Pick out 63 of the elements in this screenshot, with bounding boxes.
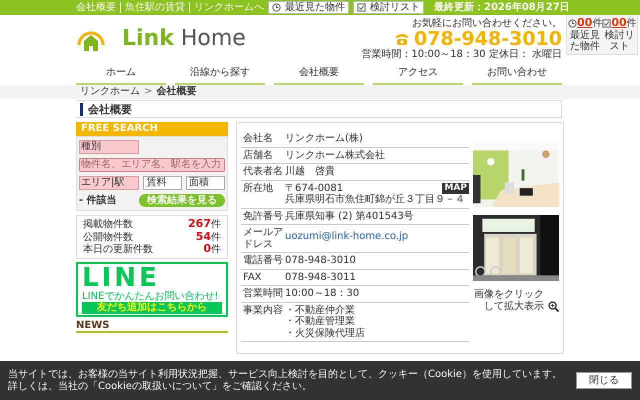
select-field[interactable]: 賃料: [143, 176, 182, 190]
row-label: 会社名: [242, 133, 274, 144]
row-label: 店舗名: [242, 150, 274, 161]
row-label: 電話番号: [242, 255, 284, 266]
cookie-policy-link[interactable]: 「Cookieの取扱いについて」: [88, 380, 222, 392]
table-cell-text: リンクホーム(株): [285, 133, 364, 144]
map-button[interactable]: MAP: [442, 182, 469, 194]
news-heading: NEWS: [76, 320, 228, 334]
table-cell-text: ・不動産仲介業: [285, 304, 356, 316]
table-cell-text: 078-948-3011: [285, 272, 357, 283]
select-field[interactable]: エリア|駅: [79, 176, 140, 190]
cookie-text: 詳しくは、当社の「Cookieの取扱いについて」をご確認ください。: [8, 380, 313, 392]
row-label: 営業時間: [242, 288, 284, 300]
row-label: FAX: [242, 272, 263, 283]
select-field[interactable]: 面積: [186, 176, 225, 190]
stat-label: 公開物件数: [83, 232, 133, 244]
top-bar-button[interactable]: 最近見た物件: [268, 1, 349, 14]
table-cell-text: 川越 啓貴: [285, 166, 336, 178]
row-label: 所在地: [242, 182, 274, 196]
last-updated: 最終更新：2026年08月27日: [434, 2, 570, 14]
photo-caption: 画像をクリックして拡大表示: [473, 289, 544, 312]
zoom-in-icon[interactable]: [548, 301, 559, 312]
contact-tagline: お気軽にお問い合わせください。: [411, 18, 562, 29]
breadcrumb-current: 会社概要: [156, 86, 196, 98]
stat-label: 本日の更新件数: [83, 244, 153, 256]
line-text: LINEでかんたんお問い合わせ!: [82, 290, 220, 302]
cookie-text: 当サイトでは、お客様の当サイト利用状況把握、サービス向上検討を目的として、クッキー（Cookie）を使用しています。: [8, 369, 562, 380]
checkbox-icon: [602, 18, 612, 28]
phone-icon: [394, 32, 410, 46]
checkbox-icon: [357, 3, 366, 12]
row-label: メールアドレス: [242, 227, 284, 250]
clock-icon: [272, 3, 281, 12]
table-cell-text: リンクホーム株式会社: [285, 150, 386, 161]
breadcrumb-separator: >: [144, 86, 152, 98]
table-cell-text: 〒674-0081: [285, 182, 344, 194]
table-cell-text: 078-948-3010: [285, 255, 357, 266]
table-cell-text: 兵庫県知事 (2) 第401543号: [285, 210, 415, 222]
line-logo: LINE: [82, 264, 160, 291]
stat-value: 267件: [188, 218, 221, 231]
business-hours: 営業時間：10:00～18：30 定休日： 水曜日: [361, 49, 562, 60]
clock-icon: [568, 18, 577, 28]
close-button[interactable]: 閉じる: [576, 372, 632, 390]
hit-count: - 件該当: [79, 194, 117, 206]
page-title: 会社概要: [80, 102, 132, 116]
top-bar-button[interactable]: 検討リスト: [353, 1, 424, 14]
counter-item[interactable]: 00件 検討リスト: [602, 17, 637, 52]
keyword-field[interactable]: 物件名、エリア名、駅名を入力: [79, 158, 225, 172]
table-cell-text: ・不動産管理業: [285, 316, 356, 328]
table-cell-text: ・火災保険代理店: [285, 328, 366, 339]
logo-text[interactable]: Link Home: [122, 26, 246, 52]
row-label: 事業内容: [242, 304, 284, 318]
stat-value: 0件: [203, 243, 221, 256]
stat-label: 掲載物件数: [83, 219, 133, 230]
breadcrumb-link[interactable]: リンクホーム: [80, 86, 140, 98]
table-cell-text: 兵庫県明石市魚住町錦が丘３丁目９－４: [285, 194, 466, 206]
row-label: 代表者名: [242, 166, 284, 178]
stat-value: 54件: [196, 230, 221, 244]
row-label: 免許番号: [242, 210, 284, 222]
table-cell-text: 10:00～18：30: [285, 288, 360, 300]
email-link[interactable]: uozumi@link-home.co.jp: [285, 231, 408, 242]
counter-item[interactable]: 00件 最近見た物件: [568, 17, 602, 52]
search-header: FREE SEARCH: [76, 122, 228, 136]
type-select[interactable]: 種別: [79, 140, 139, 154]
